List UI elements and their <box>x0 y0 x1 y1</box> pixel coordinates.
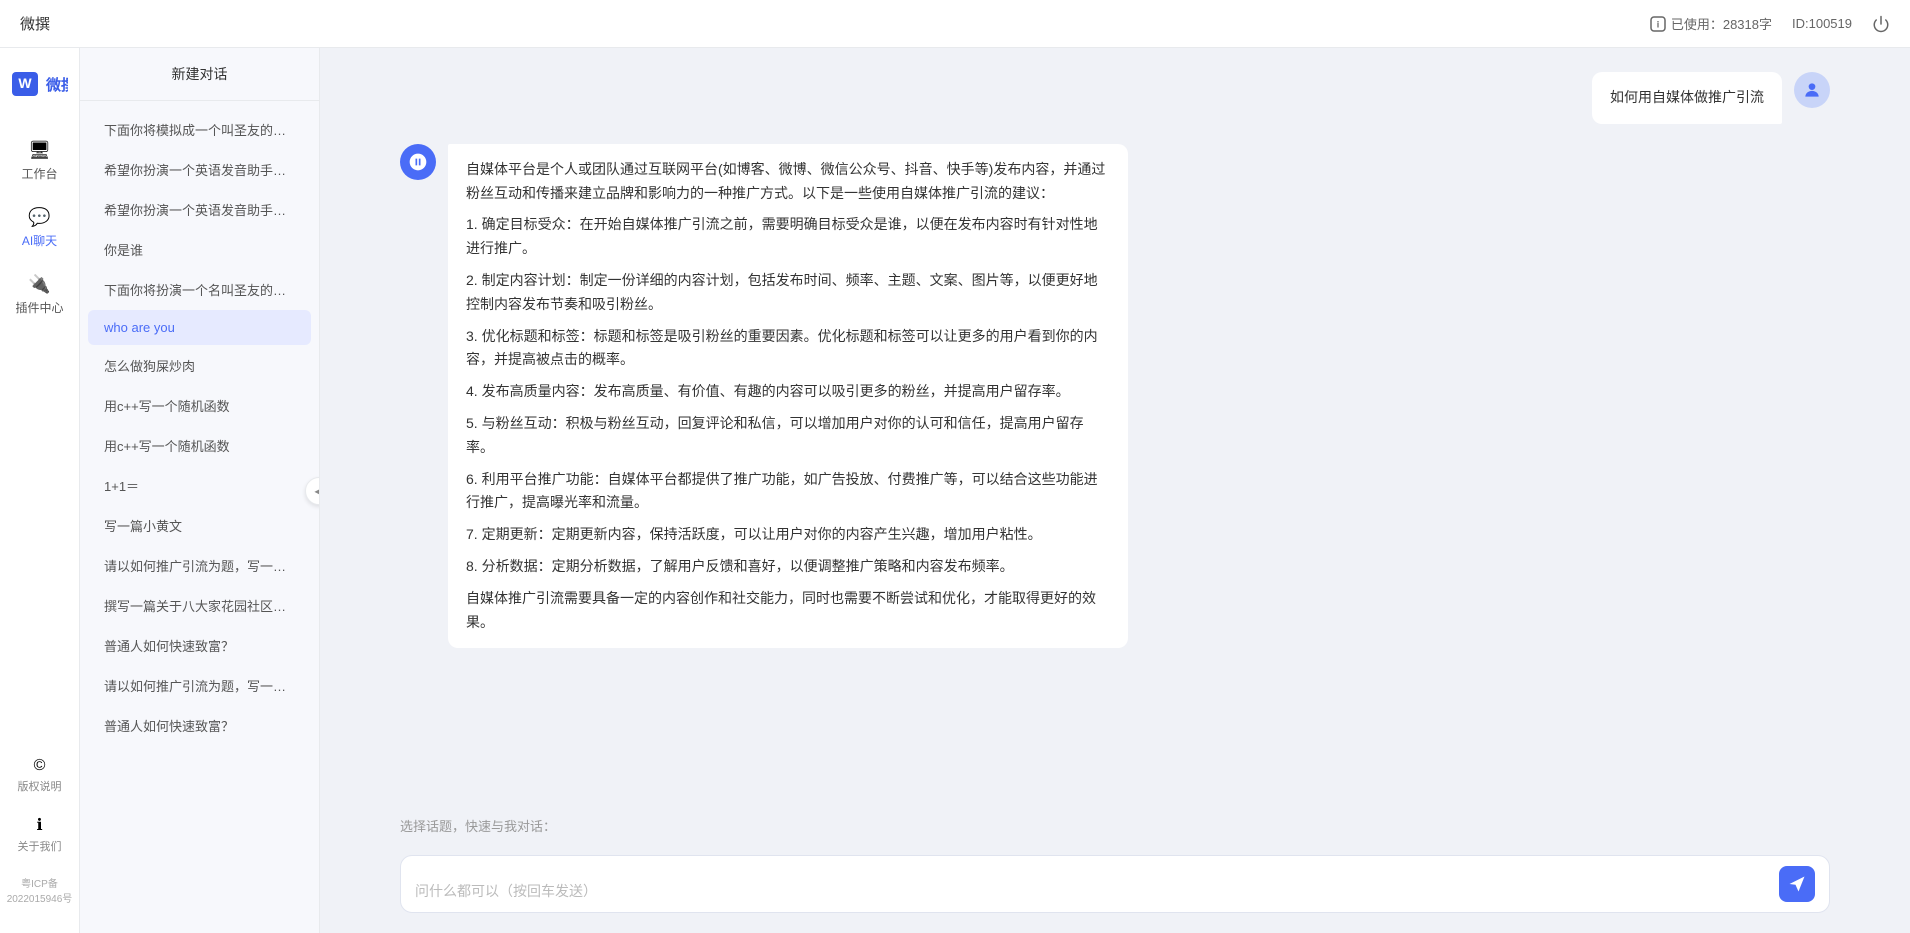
logo-icon: W 微撰 <box>12 68 68 100</box>
message-bubble-2: 自媒体平台是个人或团队通过互联网平台(如博客、微博、微信公众号、抖音、快手等)发… <box>448 144 1128 649</box>
sidebar-item-workbench[interactable]: 🖥 工作台 <box>8 130 71 192</box>
conversation-item-5[interactable]: 下面你将扮演一个名叫圣友的医生 <box>88 270 311 309</box>
conversation-list: 下面你将模拟成一个叫圣友的程序员，我说...希望你扮演一个英语发音助手，我提供给… <box>80 101 319 933</box>
usage-indicator: i 已使用：28318字 <box>1650 14 1772 33</box>
about-icon: ℹ <box>36 815 42 835</box>
workbench-icon: 🖥 <box>28 140 51 161</box>
conversation-item-10[interactable]: 1+1＝ <box>88 466 311 505</box>
conversation-item-4[interactable]: 你是谁 <box>88 230 311 269</box>
new-chat-button[interactable]: 新建对话 <box>80 48 319 101</box>
sidebar: 新建对话 下面你将模拟成一个叫圣友的程序员，我说...希望你扮演一个英语发音助手… <box>80 48 320 933</box>
left-nav: W 微撰 🖥 工作台 💬 AI聊天 🔌 插件中心 © 版权说明 <box>0 48 80 933</box>
chat-area: 如何用自媒体做推广引流自媒体平台是个人或团队通过互联网平台(如博客、微博、微信公… <box>320 48 1910 933</box>
nav-items: 🖥 工作台 💬 AI聊天 🔌 插件中心 <box>0 130 79 326</box>
conversation-item-1[interactable]: 下面你将模拟成一个叫圣友的程序员，我说... <box>88 110 311 149</box>
conversation-item-9[interactable]: 用c++写一个随机函数 <box>88 426 311 465</box>
sidebar-item-plugin[interactable]: 🔌 插件中心 <box>8 264 71 326</box>
input-area <box>320 843 1910 933</box>
conversation-item-7[interactable]: 怎么做狗屎炒肉 <box>88 346 311 385</box>
conversation-item-13[interactable]: 撰写一篇关于八大家花园社区一刻钟便民生... <box>88 586 311 625</box>
topbar-right: i 已使用：28318字 ID:100519 <box>1650 14 1890 33</box>
about-item[interactable]: ℹ 关于我们 <box>8 807 71 862</box>
ai-avatar <box>400 144 436 180</box>
info-icon: i <box>1650 16 1666 32</box>
plugin-icon: 🔌 <box>28 274 50 295</box>
send-button[interactable] <box>1779 866 1815 902</box>
sidebar-item-aichat[interactable]: 💬 AI聊天 <box>8 197 71 259</box>
aichat-icon: 💬 <box>28 207 50 228</box>
svg-text:i: i <box>1657 19 1660 29</box>
conversation-item-15[interactable]: 请以如何推广引流为题，写一篇大纲 <box>88 666 311 705</box>
icp-text: 粤ICP备2022015946号 <box>0 867 79 913</box>
conversation-item-11[interactable]: 写一篇小黄文 <box>88 506 311 545</box>
topbar-title: 微撰 <box>20 13 50 34</box>
logo-area: W 微撰 <box>12 68 68 100</box>
usage-text: 已使用：28318字 <box>1671 14 1772 33</box>
message-bubble-1: 如何用自媒体做推广引流 <box>1592 72 1782 124</box>
copyright-label: 版权说明 <box>18 778 62 794</box>
conversation-item-3[interactable]: 希望你扮演一个英语发音助手，我提供给你... <box>88 190 311 229</box>
aichat-label: AI聊天 <box>22 232 57 249</box>
message-row-1: 如何用自媒体做推广引流 <box>400 72 1830 124</box>
chat-input[interactable] <box>415 881 1769 902</box>
copyright-item[interactable]: © 版权说明 <box>8 749 71 802</box>
conversation-item-6[interactable]: who are you <box>88 310 311 345</box>
message-row-2: 自媒体平台是个人或团队通过互联网平台(如博客、微博、微信公众号、抖音、快手等)发… <box>400 144 1830 649</box>
id-text: ID:100519 <box>1792 16 1852 31</box>
workbench-label: 工作台 <box>21 165 57 182</box>
input-box <box>400 855 1830 913</box>
topbar: 微撰 i 已使用：28318字 ID:100519 <box>0 0 1910 48</box>
chat-messages: 如何用自媒体做推广引流自媒体平台是个人或团队通过互联网平台(如博客、微博、微信公… <box>320 48 1910 804</box>
conversation-item-8[interactable]: 用c++写一个随机函数 <box>88 386 311 425</box>
send-icon <box>1788 875 1806 893</box>
main-layout: W 微撰 🖥 工作台 💬 AI聊天 🔌 插件中心 © 版权说明 <box>0 48 1910 933</box>
plugin-label: 插件中心 <box>15 299 63 316</box>
quick-label: 选择话题，快速与我对话： <box>320 804 1910 843</box>
user-avatar <box>1794 72 1830 108</box>
conversation-item-2[interactable]: 希望你扮演一个英语发音助手，我提供给你... <box>88 150 311 189</box>
about-label: 关于我们 <box>18 838 62 854</box>
nav-bottom: © 版权说明 ℹ 关于我们 粤ICP备2022015946号 <box>0 749 79 913</box>
svg-text:W: W <box>18 75 32 91</box>
conversation-item-12[interactable]: 请以如何推广引流为题，写一篇大纲 <box>88 546 311 585</box>
power-icon[interactable] <box>1872 15 1890 33</box>
svg-text:微撰: 微撰 <box>45 76 68 94</box>
conversation-item-16[interactable]: 普通人如何快速致富？ <box>88 706 311 745</box>
conversation-item-14[interactable]: 普通人如何快速致富？ <box>88 626 311 665</box>
copyright-icon: © <box>34 757 46 775</box>
